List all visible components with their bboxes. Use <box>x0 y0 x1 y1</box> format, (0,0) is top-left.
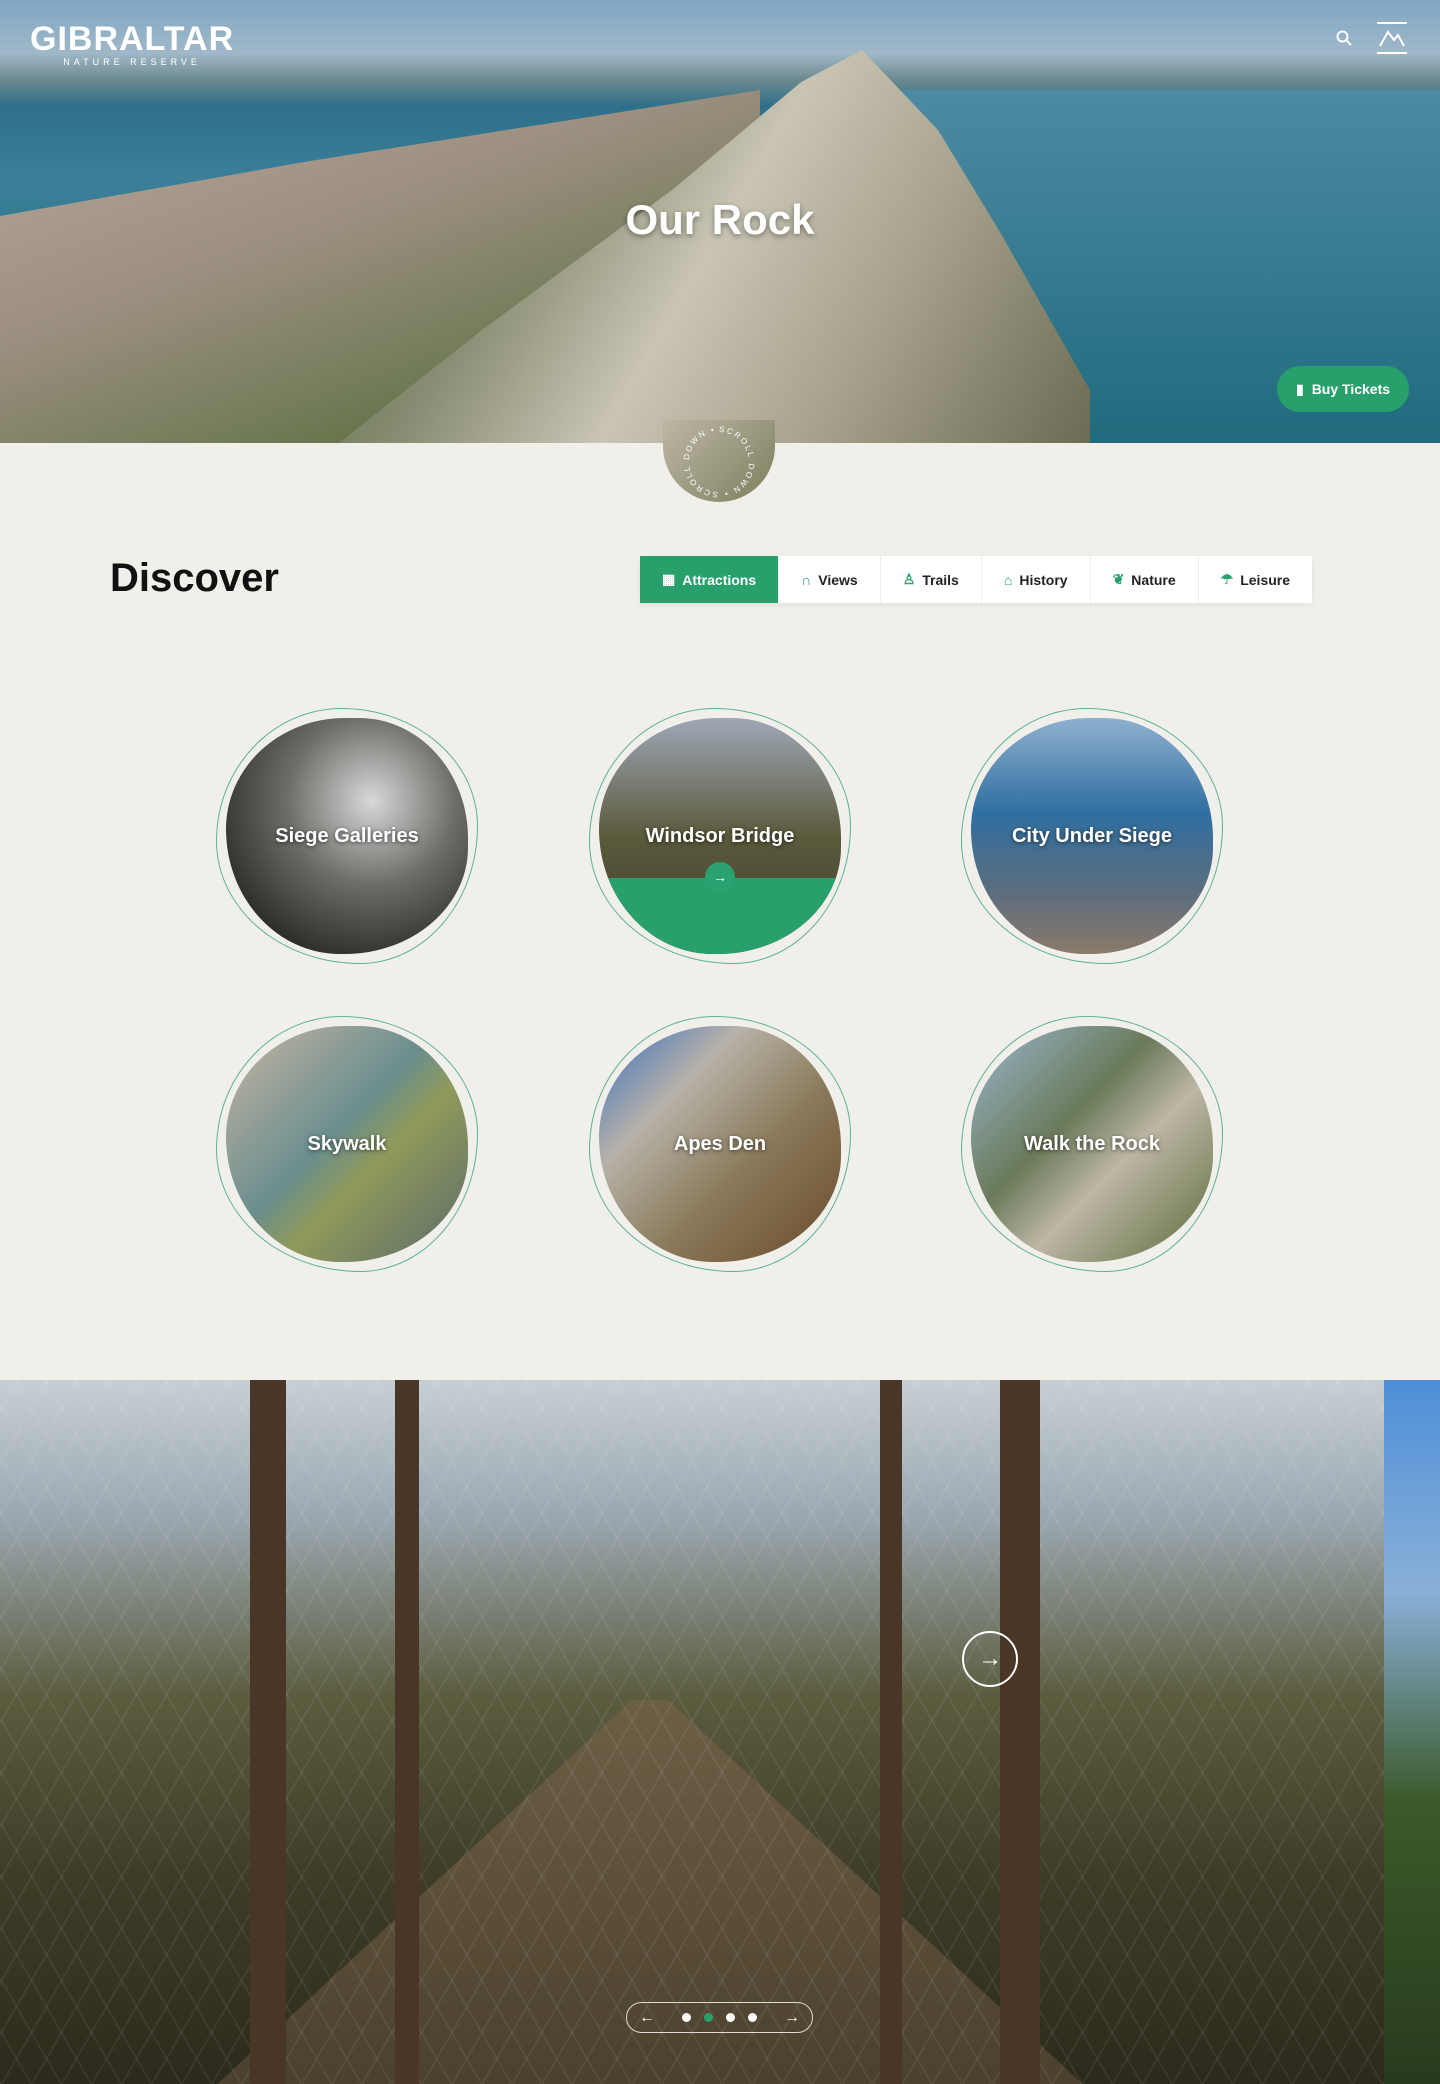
tab-label: Nature <box>1131 571 1176 588</box>
card-city-under-siege[interactable]: City Under Siege <box>961 708 1223 964</box>
hero: GIBRALTAR NATURE RESERVE Our Rock ▮ Buy T… <box>0 0 1440 443</box>
bridge-post <box>880 1380 902 2084</box>
card-image: Apes Den <box>599 1026 841 1262</box>
bridge-post <box>395 1380 419 2084</box>
card-image: Siege Galleries <box>226 718 468 954</box>
slide-dot[interactable] <box>726 2013 735 2022</box>
discover-title: Discover <box>110 556 279 600</box>
bridge-post <box>1000 1380 1040 2084</box>
tab-attractions[interactable]: ▦ Attractions <box>640 556 780 603</box>
card-image: Skywalk <box>226 1026 468 1262</box>
arrow-right-icon[interactable]: → <box>705 861 735 892</box>
tab-label: Attractions <box>682 571 757 588</box>
prev-arrow-icon[interactable]: ← <box>639 2009 655 2027</box>
buy-tickets-button[interactable]: ▮ Buy Tickets <box>1277 366 1409 412</box>
tab-views[interactable]: ∩ Views <box>779 556 881 603</box>
museum-icon: ⌂ <box>1003 571 1013 588</box>
map-icon: ▦ <box>662 571 676 587</box>
card-image: Walk the Rock <box>971 1026 1213 1262</box>
tab-label: Views <box>818 571 858 588</box>
menu-icon[interactable] <box>1374 20 1410 56</box>
logo[interactable]: GIBRALTAR NATURE RESERVE <box>30 20 234 67</box>
tab-history[interactable]: ⌂ History <box>982 556 1091 603</box>
card-label: Walk the Rock <box>1024 1132 1160 1155</box>
logo-text: GIBRALTAR <box>30 20 235 58</box>
bridge-netting <box>0 1380 1384 2084</box>
card-windsor-bridge[interactable]: Windsor Bridge → <box>589 708 851 964</box>
slide-dot[interactable] <box>682 2013 691 2022</box>
hero-title: Our Rock <box>625 196 815 243</box>
bridge-post <box>250 1380 286 2084</box>
buy-tickets-label: Buy Tickets <box>1311 381 1391 397</box>
card-siege-galleries[interactable]: Siege Galleries <box>216 708 478 964</box>
search-icon[interactable] <box>1336 30 1352 46</box>
umbrella-icon: ☂ <box>1220 571 1234 587</box>
tab-nature[interactable]: ❦ Nature <box>1091 556 1199 603</box>
tab-label: Leisure <box>1240 571 1291 588</box>
card-apes-den[interactable]: Apes Den <box>589 1016 851 1272</box>
tab-trails[interactable]: ♙ Trails <box>881 556 982 603</box>
leaf-icon: ❦ <box>1112 571 1125 587</box>
image-slider[interactable] <box>0 1380 1384 2084</box>
card-image: Windsor Bridge → <box>599 718 841 954</box>
card-label: Windsor Bridge <box>645 824 795 847</box>
tab-label: Trails <box>922 571 959 588</box>
slider-next-arrow-icon[interactable]: → <box>962 1631 1018 1687</box>
ticket-icon: ▮ <box>1295 380 1304 397</box>
card-label: Siege Galleries <box>275 824 419 847</box>
card-label: Apes Den <box>673 1132 767 1155</box>
binoculars-icon: ∩ <box>801 571 812 588</box>
card-walk-the-rock[interactable]: Walk the Rock <box>961 1016 1223 1272</box>
slide-dot[interactable] <box>748 2013 757 2022</box>
slider-pagination: ← → <box>626 2002 813 2033</box>
card-label: Skywalk <box>307 1132 387 1155</box>
next-arrow-icon[interactable]: → <box>784 2009 800 2027</box>
tab-leisure[interactable]: ☂ Leisure <box>1199 556 1312 603</box>
card-label: City Under Siege <box>1011 824 1173 847</box>
next-slide-preview[interactable] <box>1384 1380 1440 2084</box>
tab-label: History <box>1019 571 1068 588</box>
svg-text:SCROLL DOWN • SCROLL DOWN •: SCROLL DOWN • SCROLL DOWN • <box>682 425 756 499</box>
hiker-icon: ♙ <box>902 571 916 587</box>
scroll-down-text: SCROLL DOWN • SCROLL DOWN • <box>682 425 754 499</box>
scroll-down-badge[interactable]: SCROLL DOWN • SCROLL DOWN • <box>663 420 775 502</box>
card-image: City Under Siege <box>971 718 1213 954</box>
slide-dot-active[interactable] <box>704 2013 713 2022</box>
category-tabs: ▦ Attractions ∩ Views ♙ Trails ⌂ History ❦ Na… <box>640 556 1313 603</box>
card-skywalk[interactable]: Skywalk <box>216 1016 478 1272</box>
